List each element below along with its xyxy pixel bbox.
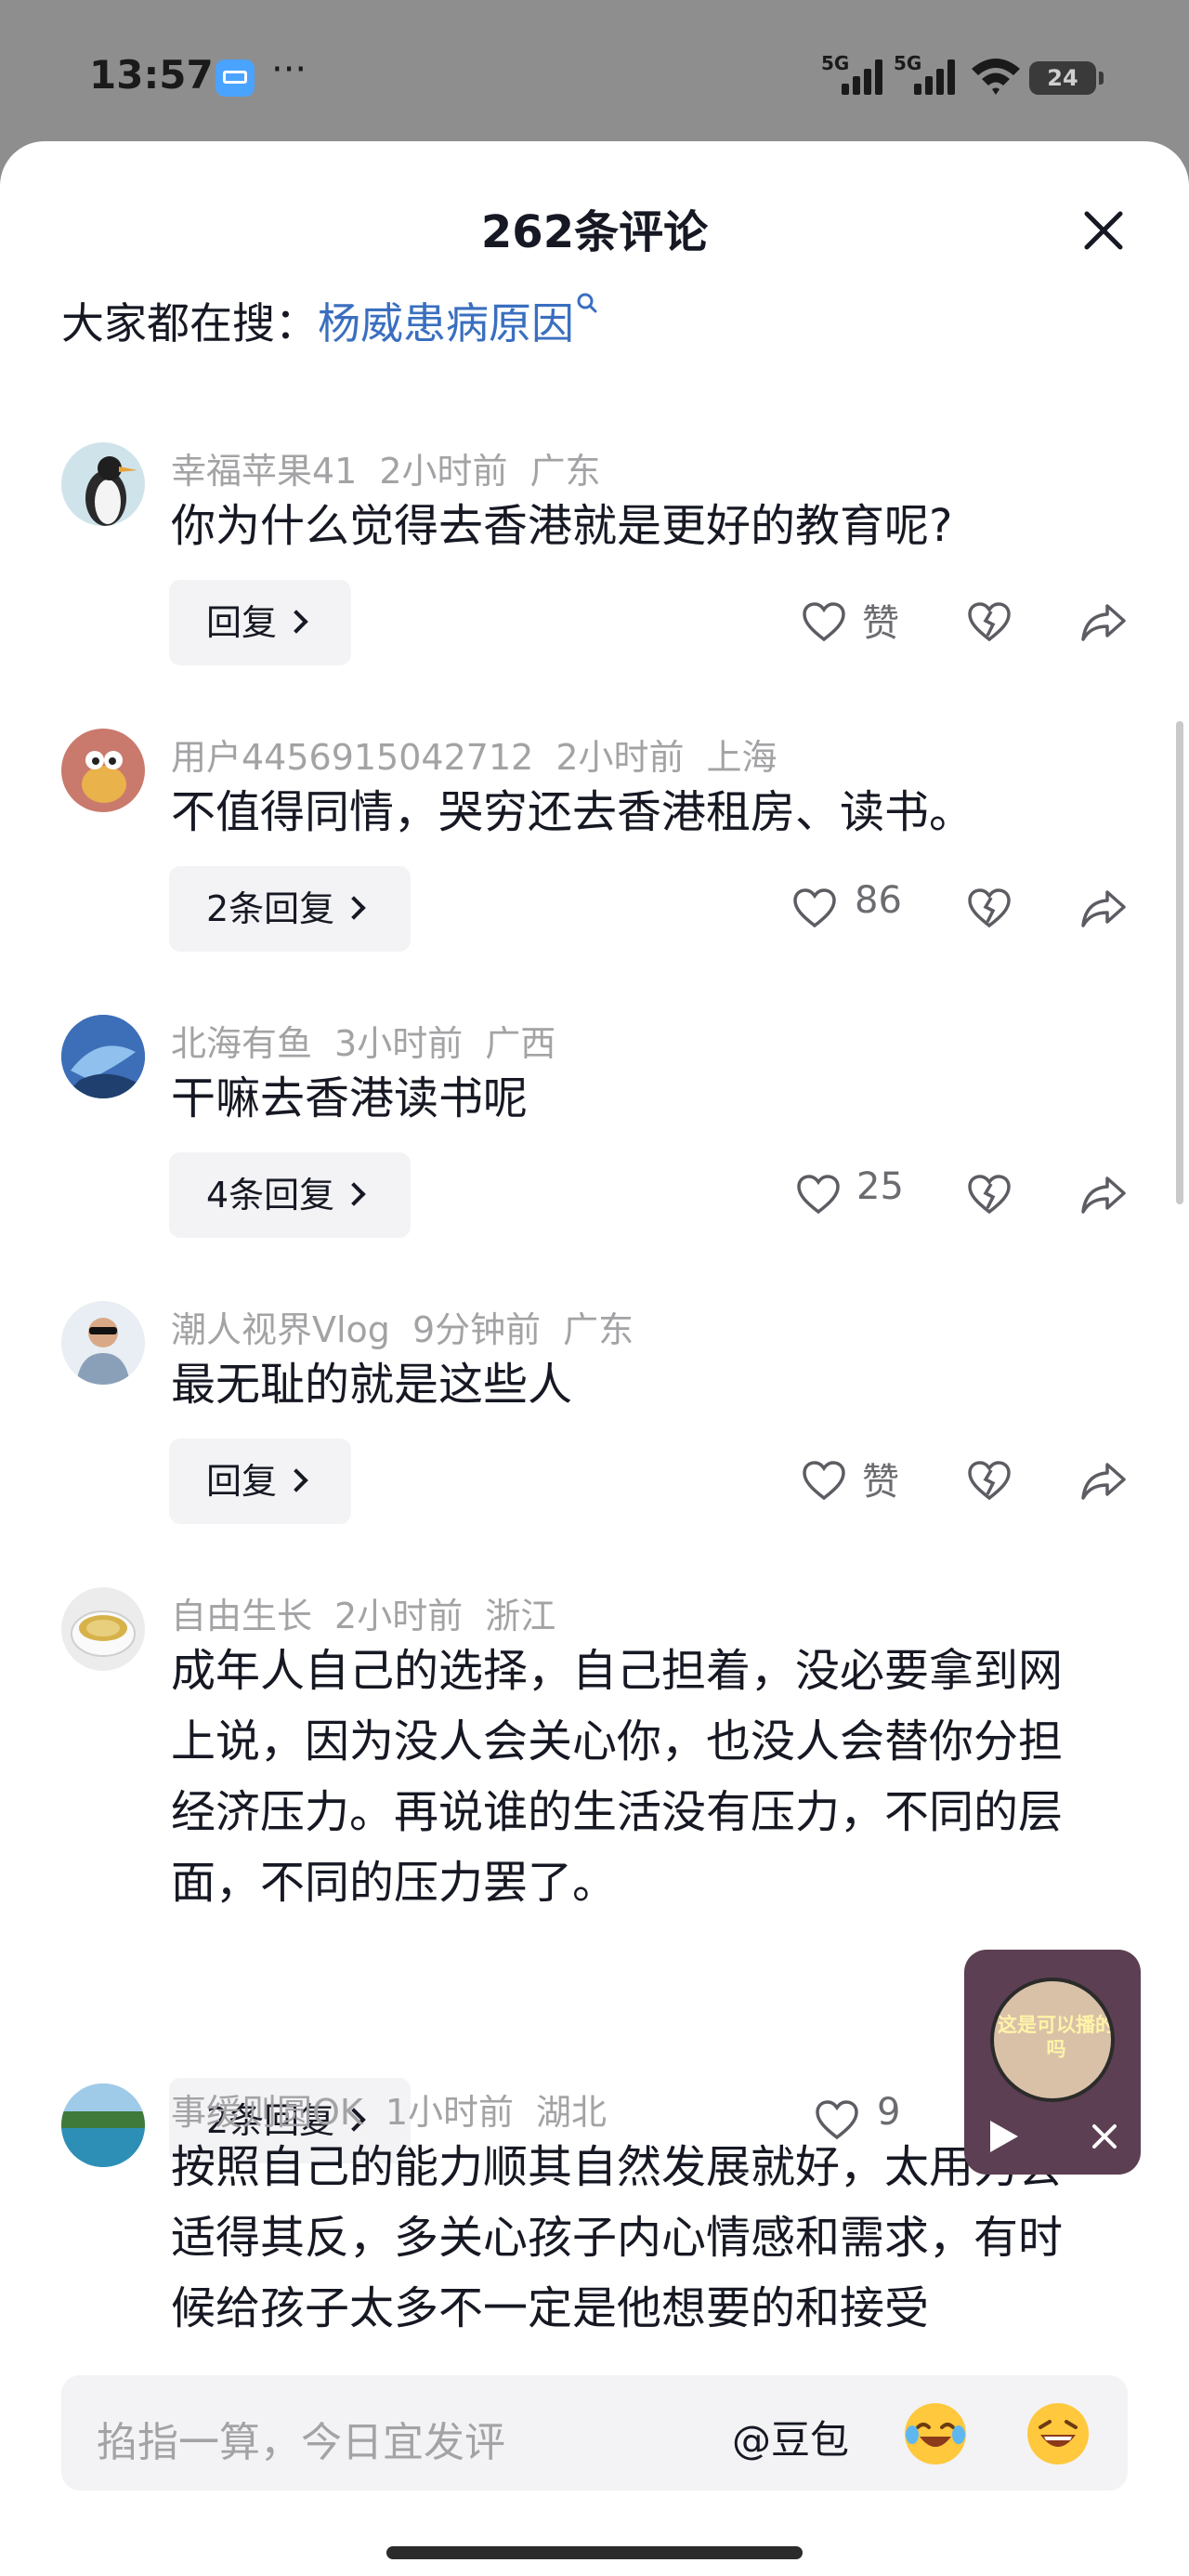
- share-icon[interactable]: [1079, 1459, 1128, 1502]
- dislike-icon[interactable]: [966, 1459, 1013, 1502]
- wifi-icon: [972, 59, 1020, 95]
- like-count: 86: [855, 879, 902, 922]
- laughing-crying-emoji-icon[interactable]: [905, 2403, 966, 2464]
- comment-actions: 赞: [0, 1439, 1189, 1524]
- comment-time: 1小时前: [385, 2092, 515, 2133]
- close-mini-player-icon[interactable]: [1091, 2123, 1118, 2150]
- comment-username[interactable]: 幸福苹果41: [171, 451, 357, 492]
- avatar[interactable]: [61, 442, 145, 526]
- avatar[interactable]: [61, 729, 145, 812]
- signal-5g-1-icon: 5G: [821, 52, 886, 95]
- comment-text: 干嘛去香港读书呢: [171, 1072, 529, 1124]
- like-icon[interactable]: [795, 1173, 842, 1216]
- status-time: 13:57: [89, 52, 214, 98]
- comment-meta: 北海有鱼 3小时前 广西: [171, 1015, 578, 1066]
- search-icon: [577, 293, 597, 313]
- signal-5g-2-icon: 5G: [894, 52, 959, 95]
- comment-count-title: 262条评论: [480, 206, 709, 258]
- comment-time: 2小时前: [555, 737, 685, 778]
- dislike-icon[interactable]: [966, 600, 1013, 643]
- comment-input[interactable]: 掐指一算，今日宜发评: [97, 2409, 505, 2468]
- comment-region: 广西: [485, 1023, 556, 1064]
- comment-meta: 幸福苹果41 2小时前 广东: [171, 442, 623, 493]
- comment-region: 上海: [706, 737, 777, 778]
- like-count: 赞: [862, 602, 899, 645]
- like-count: 赞: [862, 1461, 899, 1504]
- close-icon[interactable]: [1078, 204, 1130, 256]
- notification-app-icon: [216, 59, 255, 97]
- comment-region: 广东: [563, 1309, 634, 1350]
- scrollbar[interactable]: [1176, 721, 1183, 1204]
- trending-search-prefix: 大家都在搜：: [61, 298, 318, 348]
- comment-region: 湖北: [536, 2092, 608, 2133]
- mini-player-thumbnail[interactable]: 这是可以播的吗: [990, 1978, 1115, 2102]
- comment-time: 9分钟前: [412, 1309, 542, 1350]
- avatar[interactable]: [61, 1587, 145, 1671]
- comment-meta: 潮人视界Vlog 9分钟前 广东: [171, 1301, 656, 1352]
- comment-actions: 25: [0, 1152, 1189, 1238]
- trending-search-keyword[interactable]: 杨威患病原因: [318, 298, 574, 348]
- comment-region: 广东: [529, 451, 601, 492]
- comment-region: 浙江: [485, 1596, 556, 1636]
- play-icon[interactable]: [990, 2121, 1018, 2152]
- comment-meta: 事缓则圆OK 1小时前 湖北: [171, 2083, 629, 2135]
- comment-sheet: 262条评论 大家都在搜：杨威患病原因 幸福苹果41 2小时前 广东 你为什么觉得去…: [0, 141, 1189, 2576]
- dislike-icon[interactable]: [966, 1173, 1013, 1216]
- share-icon[interactable]: [1079, 1173, 1128, 1216]
- like-count: 25: [856, 1165, 904, 1208]
- dislike-icon[interactable]: [966, 887, 1013, 929]
- home-indicator[interactable]: [386, 2546, 803, 2559]
- battery-icon: 24: [1029, 61, 1104, 95]
- share-icon[interactable]: [1079, 600, 1128, 643]
- comment-actions: 赞: [0, 580, 1189, 665]
- like-icon[interactable]: [791, 887, 838, 929]
- comment-text: 按照自己的能力顺其自然发展就好，太用力会适得其反，多关心孩子内心情感和需求，有时…: [171, 2141, 1064, 2334]
- comment-meta: 用户4456915042712 2小时前 上海: [171, 729, 800, 780]
- comment-time: 3小时前: [334, 1023, 464, 1064]
- mention-button[interactable]: @豆包: [732, 2409, 849, 2465]
- comment-text: 你为什么觉得去香港就是更好的教育呢?: [171, 500, 953, 552]
- share-icon[interactable]: [1079, 887, 1128, 929]
- like-count: 9: [877, 2091, 901, 2134]
- like-icon[interactable]: [801, 1459, 847, 1502]
- comment-meta: 自由生长 2小时前 浙江: [171, 1587, 578, 1638]
- comment-text: 成年人自己的选择，自己担着，没必要拿到网上说，因为没人会关心你，也没人会替你分担…: [171, 1645, 1064, 1909]
- mini-player-caption: 这是可以播的吗: [998, 2014, 1115, 2060]
- comment-text: 最无耻的就是这些人: [171, 1359, 573, 1411]
- avatar[interactable]: [61, 2083, 145, 2167]
- grinning-emoji-icon[interactable]: [1027, 2403, 1089, 2464]
- status-bar: 13:57 ··· 5G 5G 24: [0, 0, 1189, 149]
- comment-input-bar[interactable]: 掐指一算，今日宜发评 @豆包: [61, 2375, 1128, 2491]
- floating-mini-player[interactable]: 这是可以播的吗: [964, 1950, 1141, 2175]
- like-icon[interactable]: [801, 600, 847, 643]
- comment-username[interactable]: 北海有鱼: [171, 1023, 312, 1064]
- comment-username[interactable]: 事缓则圆OK: [171, 2092, 363, 2133]
- comment-time: 2小时前: [334, 1596, 464, 1636]
- comment-username[interactable]: 自由生长: [171, 1596, 312, 1636]
- comment-text: 不值得同情，哭穷还去香港租房、读书。: [171, 786, 974, 838]
- avatar[interactable]: [61, 1301, 145, 1385]
- avatar[interactable]: [61, 1015, 145, 1098]
- comment-actions: 86: [0, 866, 1189, 952]
- comment-username[interactable]: 用户4456915042712: [171, 737, 533, 778]
- comment-username[interactable]: 潮人视界Vlog: [171, 1309, 390, 1350]
- trending-search[interactable]: 大家都在搜：杨威患病原因: [61, 290, 600, 351]
- comment-time: 2小时前: [379, 451, 508, 492]
- status-more: ···: [271, 48, 307, 91]
